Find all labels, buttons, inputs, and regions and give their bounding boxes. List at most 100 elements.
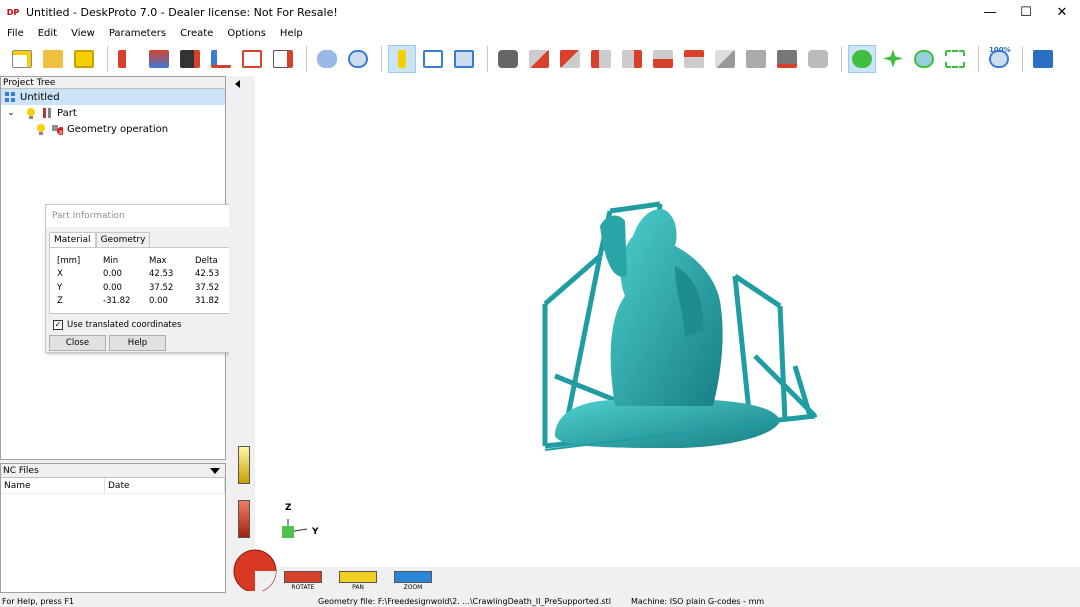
panel-button[interactable] [450, 45, 478, 73]
view-back-button[interactable] [556, 45, 584, 73]
close-button[interactable]: ✕ [1044, 0, 1080, 25]
table-row: X 0.00 42.53 42.53 [57, 268, 241, 282]
dialog-title-bar[interactable]: Part Information [46, 205, 245, 227]
view-iso2-button[interactable] [742, 45, 770, 73]
zoom-window-icon [945, 49, 965, 68]
layout-icon [423, 49, 443, 68]
rotate-button[interactable] [848, 44, 876, 73]
tab-material[interactable]: Material [49, 232, 96, 247]
snapshot2-button[interactable] [804, 45, 832, 73]
rotate-icon [852, 49, 872, 68]
table-row: Y 0.00 37.52 37.52 [57, 281, 241, 295]
pan-label: PAN [352, 584, 364, 591]
checkmark-icon[interactable]: ✓ [53, 320, 63, 330]
light-bulb-icon[interactable] [35, 123, 47, 135]
import-part-button[interactable] [114, 45, 142, 73]
model-figure [610, 209, 723, 406]
toolbar-separator [107, 45, 108, 72]
translated-coords-checkbox[interactable]: ✓ Use translated coordinates [53, 320, 181, 330]
column-name[interactable]: Name [1, 477, 105, 494]
open-folder-button[interactable] [39, 45, 67, 73]
table-cell: Z [57, 296, 63, 307]
layout-button[interactable] [419, 45, 447, 73]
view-front-button[interactable] [525, 45, 553, 73]
rotate-dial-icon[interactable] [231, 547, 279, 591]
search-button[interactable] [344, 45, 372, 73]
part-model: Z Y [282, 201, 818, 538]
render-icon [180, 49, 200, 68]
zoom-100-button[interactable]: 100% [985, 45, 1013, 73]
maximize-button[interactable]: ☐ [1008, 0, 1044, 25]
tree-item-geometry-operation[interactable]: x Geometry operation [1, 121, 225, 137]
view-part-button[interactable] [313, 45, 341, 73]
menu-create[interactable]: Create [173, 28, 220, 39]
camera-button[interactable] [494, 45, 522, 73]
svg-text:x: x [59, 129, 63, 135]
snapshot-button[interactable] [773, 45, 801, 73]
new-file-button[interactable] [8, 45, 36, 73]
zoom-button[interactable] [394, 571, 432, 583]
view-bottom-button[interactable] [680, 45, 708, 73]
view-iso-button[interactable] [711, 45, 739, 73]
status-bar: For Help, press F1 Geometry file: F:\Fre… [0, 597, 1080, 607]
window-title: Untitled - DeskProto 7.0 - Dealer licens… [26, 6, 338, 19]
nc-files-panel: NC Files Name Date [0, 463, 226, 593]
pan-button[interactable] [339, 571, 377, 583]
zoom-window-button[interactable] [941, 45, 969, 73]
close-icon: ✕ [1056, 5, 1068, 20]
chevron-down-icon[interactable]: ⌄ [5, 107, 17, 119]
zoom-in-button[interactable] [910, 45, 938, 73]
tree-item-part[interactable]: ⌄ Part [1, 105, 225, 121]
rotate-handle[interactable] [238, 500, 250, 538]
menu-options[interactable]: Options [220, 28, 273, 39]
geometry-op-icon: x [51, 123, 63, 135]
save-button[interactable] [70, 45, 98, 73]
view-top-button[interactable] [649, 45, 677, 73]
wizard-button[interactable] [145, 45, 173, 73]
close-button[interactable]: Close [49, 335, 106, 351]
light-bulb-icon[interactable] [25, 107, 37, 119]
dropdown-arrow-icon[interactable] [210, 468, 220, 474]
nc-files-columns: Name Date [1, 477, 225, 494]
title-bar: DP Untitled - DeskProto 7.0 - Dealer lic… [0, 0, 1080, 25]
menu-help[interactable]: Help [273, 28, 310, 39]
view-bottom-icon [684, 49, 704, 68]
menu-view[interactable]: View [64, 28, 102, 39]
view-right-button[interactable] [618, 45, 646, 73]
info-button[interactable] [388, 44, 416, 73]
menu-file[interactable]: File [0, 28, 31, 39]
open-folder-icon [43, 49, 63, 68]
minimize-button[interactable]: — [972, 0, 1008, 25]
menu-parameters[interactable]: Parameters [102, 28, 173, 39]
new-file-icon [12, 49, 32, 68]
maximize-icon: ☐ [1020, 5, 1032, 20]
tree-item-untitled[interactable]: Untitled [1, 89, 225, 105]
status-help: For Help, press F1 [2, 597, 75, 606]
menu-edit[interactable]: Edit [31, 28, 64, 39]
drawing-button[interactable] [238, 45, 266, 73]
app-icon: DP [6, 7, 20, 17]
pan-button[interactable] [879, 45, 907, 73]
status-machine: Machine: ISO plain G-codes - mm [631, 597, 765, 606]
collapse-arrow-icon[interactable] [235, 80, 240, 88]
toolpath-icon [211, 49, 231, 68]
nc-files-title: NC Files [3, 466, 39, 476]
view-left-button[interactable] [587, 45, 615, 73]
book-button[interactable] [1029, 45, 1057, 73]
rotate-button[interactable] [284, 571, 322, 583]
pan-handle[interactable] [238, 446, 250, 484]
3d-viewport[interactable]: Z Y [255, 76, 1080, 567]
tab-geometry[interactable]: Geometry [95, 232, 151, 247]
column-date[interactable]: Date [105, 477, 225, 494]
export-button[interactable] [269, 45, 297, 73]
table-row: Z -31.82 0.00 31.82 [57, 295, 241, 309]
table-header: Max [149, 255, 167, 266]
panel-icon [454, 49, 474, 68]
toolbar-separator [487, 45, 488, 72]
help-button[interactable]: Help [109, 335, 166, 351]
viewport-gutter [229, 76, 255, 593]
toolpath-button[interactable] [207, 45, 235, 73]
render-button[interactable] [176, 45, 204, 73]
model-arm [600, 215, 627, 277]
view-front-icon [529, 49, 549, 68]
